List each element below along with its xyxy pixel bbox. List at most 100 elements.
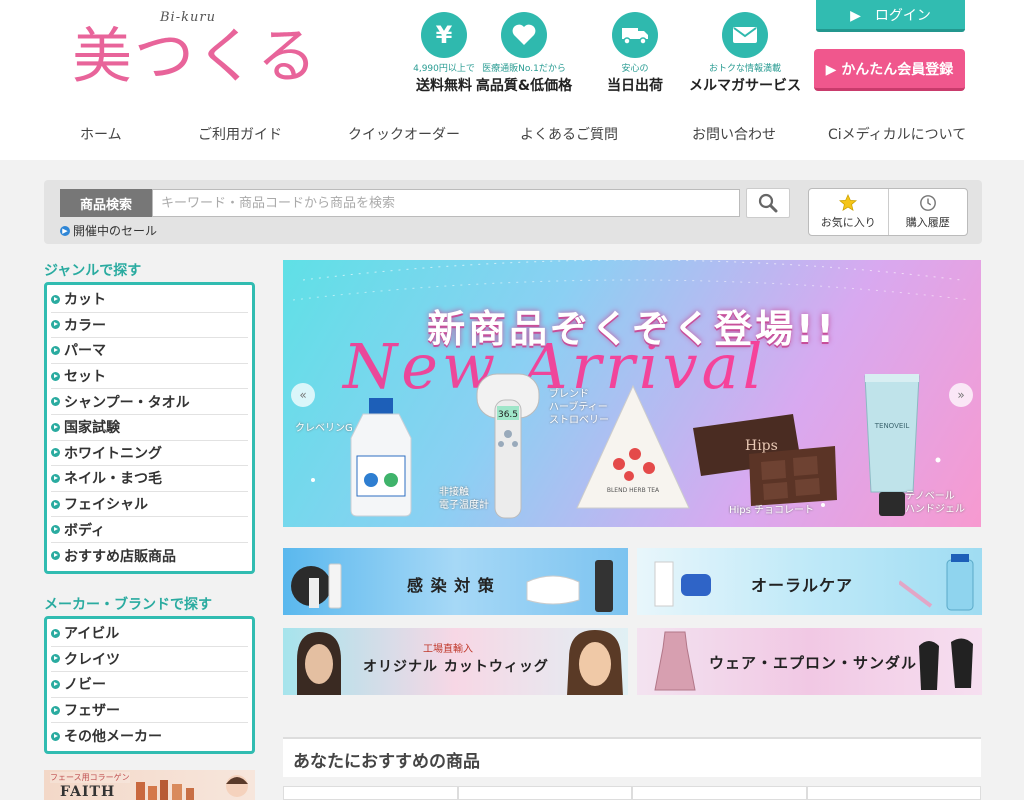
nav-guide[interactable]: ご利用ガイド (198, 124, 282, 144)
user-tools: お気に入り 購入履歴 (808, 188, 968, 236)
register-button[interactable]: ▶ かんたん会員登録 (814, 49, 965, 91)
category-label: オーラルケア (751, 576, 854, 595)
chocolate-brand-text: Hips (745, 438, 778, 454)
search-button[interactable] (746, 188, 790, 218)
cleverin-bottle-image (350, 398, 412, 517)
recommended-product-card[interactable] (457, 786, 632, 800)
search-input[interactable] (152, 189, 740, 217)
category-sub-label: 工場直輸入 (423, 644, 473, 655)
hero-banner[interactable]: New Arrival 新商品ぞくぞく登場!! « » クレベリンG 36.5 … (283, 260, 981, 527)
heart-icon (501, 12, 547, 58)
tube-brand-text: TENOVEIL (874, 422, 910, 430)
logo-subtext: Bi-kuru (160, 10, 216, 25)
arrow-icon (51, 679, 60, 689)
recommended-product-card[interactable] (283, 786, 458, 800)
genre-item-color[interactable]: カラー (51, 313, 248, 339)
maker-label: クレイツ (64, 651, 120, 668)
arrow-icon (51, 499, 60, 509)
arrow-icon (51, 705, 60, 715)
category-label: ウェア・エプロン・サンダル (709, 654, 918, 672)
hero-title: 新商品ぞくぞく登場!! (427, 307, 837, 351)
recommended-product-card[interactable] (632, 786, 807, 800)
genre-item-set[interactable]: セット (51, 364, 248, 390)
category-wear-apron-sandal[interactable]: ウェア・エプロン・サンダル (637, 628, 982, 695)
genre-item-body[interactable]: ボディ (51, 517, 248, 543)
genre-label: ボディ (64, 522, 106, 539)
recommended-section: あなたにおすすめの商品 (283, 737, 981, 777)
banner-brand: FAITH (60, 784, 116, 800)
feature-newsletter[interactable]: おトクな情報満載 メルマガサービス (675, 12, 815, 95)
nav-quick-order[interactable]: クイックオーダー (348, 124, 460, 144)
genre-label: パーマ (64, 343, 106, 360)
nav-about[interactable]: Ciメディカルについて (828, 124, 966, 144)
truck-icon (612, 12, 658, 58)
arrow-icon (51, 448, 60, 458)
search-label: 商品検索 (60, 189, 152, 217)
recommended-product-row (283, 786, 981, 800)
genre-item-whitening[interactable]: ホワイトニング (51, 441, 248, 467)
site-header: 美つくる Bi-kuru ¥ 4,990円以上で 送料無料 医療通販No.1だか… (0, 0, 1024, 160)
maker-label: その他メーカー (64, 729, 162, 746)
maker-heading: メーカー・ブランドで探す (44, 597, 212, 613)
model-face-image (226, 775, 248, 797)
search-bar: 商品検索 ▶ 開催中のセール お気に入り 購入履歴 (44, 180, 982, 244)
feature-main: メルマガサービス (689, 78, 801, 94)
favorites-button[interactable]: お気に入り (809, 189, 888, 235)
feature-sub: おトクな情報満載 (708, 64, 781, 74)
sale-link[interactable]: ▶ 開催中のセール (60, 222, 157, 239)
chevron-right-icon: » (957, 388, 965, 402)
search-icon (758, 193, 778, 213)
genre-item-nail-lash[interactable]: ネイル・まつ毛 (51, 466, 248, 492)
maker-item-other[interactable]: その他メーカー (51, 723, 248, 749)
banner-tag: フェース用コラーゲン (50, 772, 130, 783)
product-label-3: ブレンド ハーブティー ストロベリー (549, 389, 609, 426)
disinfectant-image (291, 563, 342, 609)
hero-next-button[interactable]: » (949, 383, 973, 407)
mannequin-head-image (297, 632, 341, 695)
genre-item-cut[interactable]: カット (51, 287, 248, 313)
play-icon: ▶ (60, 225, 70, 236)
arrow-icon (51, 525, 60, 535)
nav-faq[interactable]: よくあるご質問 (520, 124, 618, 144)
wig-head-image (567, 630, 623, 695)
genre-label: カラー (64, 317, 106, 334)
recommended-product-card[interactable] (806, 786, 981, 800)
arrow-icon (51, 731, 60, 741)
maker-item-ivil[interactable]: アイビル (51, 621, 248, 647)
hero-prev-button[interactable]: « (291, 383, 315, 407)
arrow-icon (51, 422, 60, 432)
category-label: 感 染 対 策 (407, 576, 495, 595)
genre-item-recommended-retail[interactable]: おすすめ店販商品 (51, 543, 248, 569)
arrow-icon (51, 345, 60, 355)
nav-home[interactable]: ホーム (80, 124, 122, 144)
maker-label: アイビル (64, 626, 120, 643)
login-button[interactable]: ▶ ログイン (816, 0, 965, 32)
category-oral-care[interactable]: オーラルケア (637, 548, 982, 615)
genre-item-national-exam[interactable]: 国家試験 (51, 415, 248, 441)
arrow-icon (51, 371, 60, 381)
genre-label: フェイシャル (64, 497, 148, 514)
maker-item-feather[interactable]: フェザー (51, 698, 248, 724)
faith-banner[interactable]: フェース用コラーゲン FAITH (44, 770, 255, 800)
category-infection-control[interactable]: 感 染 対 策 (283, 548, 628, 615)
sandal-image (919, 638, 973, 690)
maker-label: フェザー (64, 703, 120, 720)
mask-sprayer-image (526, 560, 613, 612)
history-button[interactable]: 購入履歴 (887, 189, 968, 235)
genre-item-perm[interactable]: パーマ (51, 338, 248, 364)
genre-item-shampoo-towel[interactable]: シャンプー・タオル (51, 389, 248, 415)
nav-contact[interactable]: お問い合わせ (692, 124, 776, 144)
arrow-icon (51, 320, 60, 330)
category-cut-wig[interactable]: 工場直輸入 オリジナル カットウィッグ (283, 628, 628, 695)
genre-label: シャンプー・タオル (64, 394, 190, 411)
genre-item-facial[interactable]: フェイシャル (51, 492, 248, 518)
product-label-2: 非接触 電子温度計 (439, 487, 489, 511)
main-nav: ホーム ご利用ガイド クイックオーダー よくあるご質問 お問い合わせ Ciメディ… (0, 116, 1024, 152)
genre-list: カット カラー パーマ セット シャンプー・タオル 国家試験 ホワイトニング ネ… (44, 282, 255, 574)
toothpaste-image (654, 561, 711, 607)
site-logo[interactable]: 美つくる Bi-kuru (72, 6, 317, 96)
arrow-icon (51, 473, 60, 483)
maker-item-nobby[interactable]: ノビー (51, 672, 248, 698)
genre-label: ネイル・まつ毛 (64, 471, 162, 488)
maker-item-create-ion[interactable]: クレイツ (51, 647, 248, 673)
